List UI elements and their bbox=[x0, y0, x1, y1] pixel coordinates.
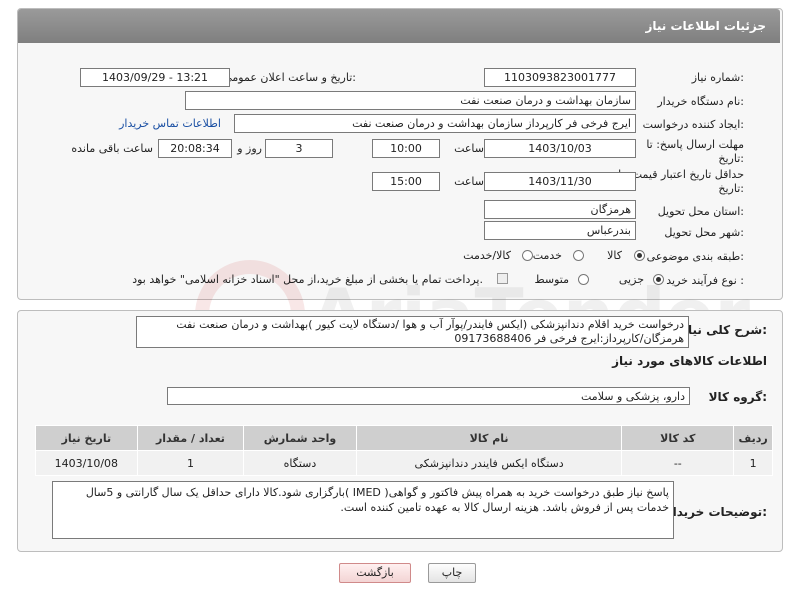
cell-unit: دستگاه bbox=[243, 450, 357, 476]
deadline-date-field[interactable]: 1403/10/03 bbox=[484, 139, 636, 158]
cell-row: 1 bbox=[733, 450, 773, 476]
cell-quantity: 1 bbox=[136, 450, 245, 476]
table-row[interactable]: 1403/10/08 1 دستگاه دستگاه ایکس فایندر د… bbox=[35, 450, 773, 476]
col-item-name: نام کالا bbox=[355, 425, 623, 451]
remaining-time-field[interactable]: 20:08:34 bbox=[158, 139, 232, 158]
category-label: طبقه بندی موضوعی: bbox=[646, 250, 744, 263]
cell-item-code: -- bbox=[621, 450, 735, 476]
process-option-minor: جزیی bbox=[618, 273, 644, 286]
validity-time-label: ساعت bbox=[454, 175, 484, 188]
days-field[interactable]: 3 bbox=[265, 139, 333, 158]
creator-field[interactable]: ایرج فرخی فر کارپرداز سازمان بهداشت و در… bbox=[234, 114, 636, 133]
description-label: شرح کلی نیاز: bbox=[681, 323, 767, 337]
buyer-label: نام دستگاه خریدار: bbox=[657, 95, 744, 108]
buyer-contact-link[interactable]: اطلاعات تماس خریدار bbox=[119, 117, 221, 130]
category-radio-goods[interactable] bbox=[634, 250, 645, 261]
category-option-goods: کالا bbox=[607, 249, 622, 262]
city-label: شهر محل تحویل: bbox=[664, 226, 744, 239]
treasury-payment-checkbox[interactable] bbox=[497, 273, 508, 284]
validity-date-label: تاریخ: bbox=[718, 182, 744, 195]
deadline-time-label: ساعت bbox=[454, 142, 484, 155]
col-need-date: تاریخ نیاز bbox=[35, 425, 138, 451]
page-title: جزئیات اطلاعات نیاز bbox=[645, 19, 766, 33]
process-option-medium: متوسط bbox=[534, 273, 569, 286]
process-radio-minor[interactable] bbox=[653, 274, 664, 285]
back-button[interactable]: بازگشت bbox=[339, 563, 411, 583]
announce-field[interactable]: 1403/09/29 - 13:21 bbox=[80, 68, 230, 87]
col-item-code: کد کالا bbox=[621, 425, 735, 451]
col-row: ردیف bbox=[733, 425, 773, 451]
description-field[interactable]: درخواست خرید اقلام دندانپزشکی (ایکس فاین… bbox=[136, 316, 689, 348]
category-option-goods-service: کالا/خدمت bbox=[463, 249, 511, 262]
deadline-label: مهلت ارسال پاسخ: تا bbox=[646, 138, 744, 151]
goods-info-title: اطلاعات کالاهای مورد نیاز bbox=[612, 354, 767, 368]
col-unit: واحد شمارش bbox=[243, 425, 357, 451]
process-radio-medium[interactable] bbox=[578, 274, 589, 285]
buyer-notes-field[interactable]: پاسخ نیاز طبق درخواست خرید به همراه پیش … bbox=[52, 481, 674, 539]
city-field[interactable]: بندرعباس bbox=[484, 221, 636, 240]
validity-label: حداقل تاریخ اعتبار قیمت: تا bbox=[618, 168, 744, 181]
col-quantity: تعداد / مقدار bbox=[136, 425, 245, 451]
cell-need-date: 1403/10/08 bbox=[35, 450, 138, 476]
process-label: نوع فرآیند خرید : bbox=[666, 274, 744, 287]
validity-time-field[interactable]: 15:00 bbox=[372, 172, 440, 191]
announce-label: تاریخ و ساعت اعلان عمومی: bbox=[223, 71, 356, 84]
print-button[interactable]: چاپ bbox=[428, 563, 476, 583]
days-label: روز و bbox=[237, 142, 262, 155]
validity-date-field[interactable]: 1403/11/30 bbox=[484, 172, 636, 191]
goods-table: تاریخ نیاز تعداد / مقدار واحد شمارش نام … bbox=[35, 425, 773, 476]
province-field[interactable]: هرمزگان bbox=[484, 200, 636, 219]
deadline-date-label: تاریخ: bbox=[718, 152, 744, 165]
buyer-notes-label: توضیحات خریدار: bbox=[665, 505, 767, 519]
province-label: استان محل تحویل: bbox=[657, 205, 744, 218]
need-number-label: شماره نیاز: bbox=[691, 71, 744, 84]
cell-item-name: دستگاه ایکس فایندر دندانپزشکی bbox=[355, 450, 623, 476]
category-radio-service[interactable] bbox=[573, 250, 584, 261]
remaining-label: ساعت باقی مانده bbox=[71, 142, 153, 155]
buyer-field[interactable]: سازمان بهداشت و درمان صنعت نفت bbox=[185, 91, 636, 110]
goods-group-field[interactable]: دارو، پزشکی و سلامت bbox=[167, 387, 690, 405]
treasury-payment-note: پرداخت تمام یا بخشی از مبلغ خرید،از محل … bbox=[132, 273, 483, 286]
goods-group-label: گروه کالا: bbox=[708, 390, 767, 404]
need-number-field[interactable]: 1103093823001777 bbox=[484, 68, 636, 87]
creator-label: ایجاد کننده درخواست: bbox=[642, 118, 744, 131]
deadline-time-field[interactable]: 10:00 bbox=[372, 139, 440, 158]
category-radio-goods-service[interactable] bbox=[522, 250, 533, 261]
panel-header: جزئیات اطلاعات نیاز bbox=[18, 9, 780, 43]
category-option-service: خدمت bbox=[532, 249, 562, 262]
